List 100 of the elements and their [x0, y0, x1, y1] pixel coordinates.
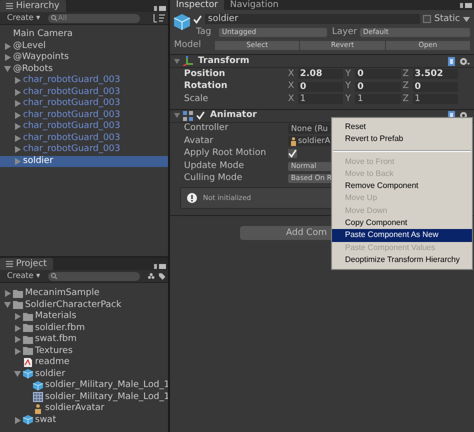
expand-arrow-icon[interactable]	[14, 123, 20, 130]
animator-icon	[183, 110, 193, 120]
expand-arrow-icon[interactable]	[14, 77, 20, 84]
expand-arrow-icon[interactable]	[14, 416, 20, 424]
menu-item[interactable]: Reset	[332, 121, 472, 134]
panel-menu-icon	[154, 5, 166, 12]
hierarchy-item[interactable]: char_robotGuard_003	[0, 132, 168, 144]
field-label: Avatar	[184, 136, 214, 146]
collapse-arrow-icon[interactable]	[4, 66, 11, 72]
model-label: Model	[174, 41, 202, 50]
axis-label: Y	[345, 94, 352, 104]
project-item[interactable]: readme	[0, 357, 168, 368]
project-item[interactable]: swat	[0, 414, 168, 426]
active-checkbox[interactable]	[193, 14, 202, 24]
project-item[interactable]: Textures	[0, 346, 168, 357]
project-item[interactable]: soldier.fbm	[0, 322, 168, 334]
hierarchy-item[interactable]: @Level	[0, 40, 168, 52]
sort-icon	[153, 14, 165, 22]
panel-menu-icon	[154, 263, 166, 270]
axis-label: Y	[345, 82, 352, 92]
number-field[interactable]: 0	[412, 82, 458, 92]
expand-arrow-icon[interactable]	[4, 42, 10, 50]
menu-item[interactable]: Revert to Prefab	[332, 133, 472, 146]
list-icon	[6, 3, 13, 9]
panel-tab[interactable]: Project	[0, 258, 53, 270]
panel-tab[interactable]: Navigation	[224, 0, 285, 10]
expand-arrow-icon[interactable]	[14, 146, 20, 154]
expand-arrow-icon[interactable]	[4, 54, 10, 62]
project-item[interactable]: soldier_Military_Male_Lod_1	[0, 380, 168, 392]
name-field[interactable]: soldier	[205, 14, 420, 24]
project-item[interactable]: soldierAvatar	[0, 403, 168, 414]
filter-icon	[148, 272, 155, 280]
axis-label: X	[288, 70, 295, 79]
number-field[interactable]: 1	[355, 94, 401, 104]
project-item[interactable]: soldier	[0, 368, 168, 380]
folder-icon	[13, 300, 23, 310]
expand-arrow-icon[interactable]	[14, 100, 20, 108]
hierarchy-item[interactable]: @Waypoints	[0, 52, 168, 64]
object-field[interactable]: None (Ru	[288, 124, 331, 134]
expand-arrow-icon[interactable]	[14, 336, 20, 344]
expand-arrow-icon[interactable]	[14, 134, 20, 142]
project-item[interactable]: swat.fbm	[0, 334, 168, 346]
field-label: Position	[184, 70, 226, 79]
axis-label: Z	[402, 82, 410, 92]
create-button[interactable]: Create ▾	[3, 14, 44, 22]
static-checkbox[interactable]	[423, 15, 432, 23]
collapse-arrow-icon[interactable]	[4, 302, 11, 308]
create-button[interactable]: Create ▾	[3, 272, 44, 280]
number-field[interactable]: 3.502	[412, 69, 458, 80]
number-field[interactable]: 0	[355, 82, 401, 92]
number-field[interactable]: 1	[412, 94, 458, 104]
hierarchy-item[interactable]: @Robots	[0, 64, 168, 75]
expand-arrow-icon[interactable]	[14, 112, 20, 119]
hierarchy-item[interactable]: char_robotGuard_003	[0, 110, 168, 121]
number-field[interactable]: 2.08	[298, 69, 344, 80]
number-field[interactable]: 0	[355, 69, 401, 80]
panel-tab[interactable]: Inspector	[170, 0, 224, 10]
project-item[interactable]: Materials	[0, 311, 168, 322]
project-item[interactable]: soldier_Military_Male_Lod_1	[0, 392, 168, 403]
figure-icon	[33, 404, 43, 414]
expand-arrow-icon[interactable]	[14, 324, 20, 332]
hierarchy-item[interactable]: char_robotGuard_003	[0, 75, 168, 86]
cube-icon	[33, 380, 43, 391]
number-field[interactable]: 1	[298, 94, 344, 104]
hierarchy-item[interactable]: char_robotGuard_003	[0, 86, 168, 98]
hierarchy-item[interactable]: char_robotGuard_003	[0, 98, 168, 110]
search-field[interactable]	[48, 272, 140, 280]
project-item[interactable]: MecanimSample	[0, 288, 168, 300]
expand-arrow-icon[interactable]	[4, 290, 10, 298]
axis-label: Z	[402, 70, 410, 79]
hierarchy-item[interactable]: Main Camera	[0, 29, 168, 40]
panel-tab[interactable]: Hierarchy	[0, 0, 66, 12]
number-field[interactable]: 0	[298, 82, 344, 92]
search-icon	[51, 15, 58, 21]
expand-arrow-icon[interactable]	[14, 88, 20, 96]
menu-item[interactable]: Paste Component As New	[332, 229, 472, 242]
enabled-checkbox[interactable]	[196, 111, 205, 120]
expand-arrow-icon[interactable]	[14, 348, 20, 355]
expand-arrow-icon[interactable]	[14, 158, 20, 165]
axis-label: X	[288, 82, 295, 92]
figure-icon	[291, 136, 296, 146]
collapse-arrow-icon[interactable]	[14, 371, 21, 378]
checkbox[interactable]	[288, 149, 297, 158]
collapse-arrow-icon[interactable]	[174, 113, 180, 118]
axes-icon	[183, 56, 193, 66]
object-field[interactable]: soldierA	[288, 136, 334, 146]
collapse-arrow-icon[interactable]	[174, 58, 180, 64]
folder-icon	[23, 334, 33, 345]
hierarchy-item[interactable]: soldier	[0, 156, 168, 167]
project-item[interactable]: SoldierCharacterPack	[0, 300, 168, 311]
folder-icon	[23, 323, 33, 334]
cube-icon	[23, 415, 33, 426]
axis-label: X	[288, 94, 295, 104]
menu-item[interactable]: Deoptimize Transform Hierarchy	[332, 254, 472, 266]
help-book-icon	[447, 56, 456, 66]
field-label: Apply Root Motion	[184, 149, 268, 158]
hierarchy-item[interactable]: char_robotGuard_003	[0, 121, 168, 132]
hierarchy-item[interactable]: char_robotGuard_003	[0, 144, 168, 156]
caret-icon	[463, 16, 470, 22]
expand-arrow-icon[interactable]	[14, 313, 20, 320]
